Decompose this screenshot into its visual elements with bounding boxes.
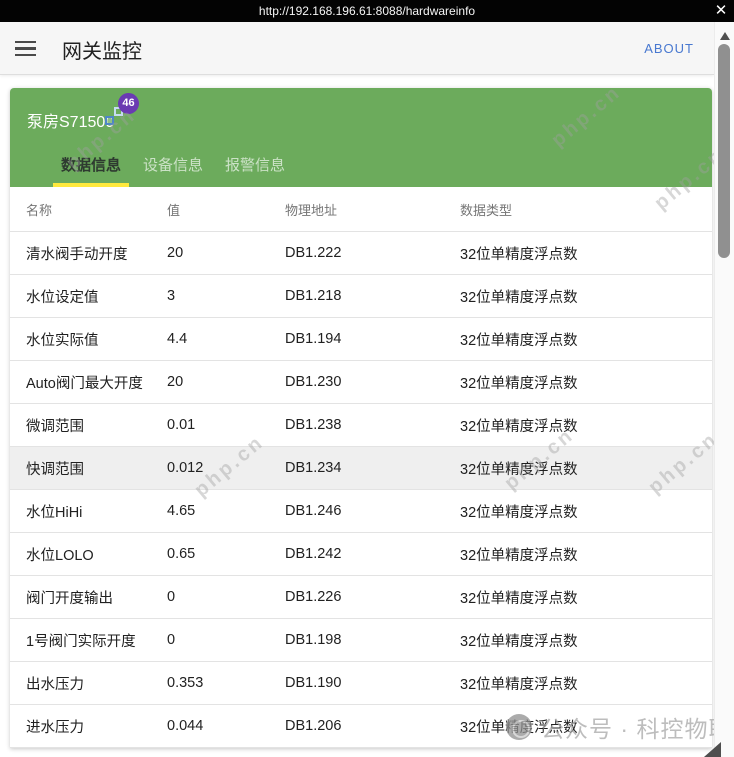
cell-name: 快调范围 — [26, 461, 84, 478]
header-type: 数据类型 — [460, 202, 513, 218]
table-row[interactable]: 水位HiHi 4.65 DB1.246 32位单精度浮点数 — [10, 490, 712, 533]
card-header: 泵房S71500 46 数据信息 设备信息 报警信息 — [10, 88, 712, 187]
tab-alarm-info[interactable]: 报警信息 — [217, 150, 293, 187]
app-toolbar: 网关监控 ABOUT — [0, 22, 714, 75]
tab-label: 设备信息 — [143, 157, 204, 174]
tab-label: 数据信息 — [61, 157, 122, 174]
device-card: 泵房S71500 46 数据信息 设备信息 报警信息 名称 值 物理地址 数据类… — [10, 88, 712, 748]
cell-name: 微调范围 — [26, 418, 84, 435]
cell-address: DB1.190 — [285, 675, 342, 691]
table-row[interactable]: 微调范围 0.01 DB1.238 32位单精度浮点数 — [10, 404, 712, 447]
cell-address: DB1.242 — [285, 546, 342, 562]
cell-type: 32位单精度浮点数 — [460, 418, 578, 435]
table-row[interactable]: 清水阀手动开度 20 DB1.222 32位单精度浮点数 — [10, 232, 712, 275]
tab-data-info[interactable]: 数据信息 — [53, 150, 130, 187]
cell-type: 32位单精度浮点数 — [460, 719, 578, 736]
table-row[interactable]: Auto阀门最大开度 20 DB1.230 32位单精度浮点数 — [10, 361, 712, 404]
close-icon[interactable]: ✕ — [710, 0, 732, 22]
cell-name: 水位HiHi — [26, 504, 83, 521]
cell-address: DB1.246 — [285, 503, 342, 519]
cell-value: 0 — [167, 589, 176, 605]
table-row[interactable]: 阀门开度输出 0 DB1.226 32位单精度浮点数 — [10, 576, 712, 619]
cell-name: 清水阀手动开度 — [26, 246, 128, 263]
cell-name: 1号阀门实际开度 — [26, 633, 136, 650]
cell-type: 32位单精度浮点数 — [460, 332, 578, 349]
cell-value: 0.012 — [167, 460, 204, 476]
cell-address: DB1.206 — [285, 718, 342, 734]
device-title: 泵房S71500 — [27, 114, 115, 131]
header-address: 物理地址 — [285, 202, 338, 218]
cell-name: 进水压力 — [26, 719, 84, 736]
cell-address: DB1.234 — [285, 460, 342, 476]
cell-name: 水位实际值 — [26, 332, 99, 349]
page: http://192.168.196.61:8088/hardwareinfo … — [0, 0, 734, 757]
count-badge: 46 — [118, 93, 139, 114]
page-title: 网关监控 — [62, 41, 142, 63]
tab-bar: 数据信息 设备信息 报警信息 — [53, 150, 293, 187]
header-value: 值 — [167, 202, 181, 218]
hamburger-menu-icon[interactable] — [15, 41, 36, 56]
active-tab-indicator — [53, 183, 130, 187]
header-name: 名称 — [26, 202, 53, 218]
cell-value: 0 — [167, 632, 176, 648]
scroll-up-arrow-icon[interactable] — [720, 32, 730, 40]
cell-value: 0.65 — [167, 546, 196, 562]
cell-type: 32位单精度浮点数 — [460, 289, 578, 306]
scrollbar-track[interactable] — [714, 22, 734, 757]
cell-address: DB1.230 — [285, 374, 342, 390]
cell-type: 32位单精度浮点数 — [460, 633, 578, 650]
cell-address: DB1.238 — [285, 417, 342, 433]
cell-type: 32位单精度浮点数 — [460, 547, 578, 564]
table-header-row: 名称 值 物理地址 数据类型 — [10, 187, 712, 232]
about-link[interactable]: ABOUT — [644, 41, 694, 56]
cell-name: 阀门开度输出 — [26, 590, 113, 607]
cell-value: 0.01 — [167, 417, 196, 433]
cell-value: 20 — [167, 374, 184, 390]
cell-value: 20 — [167, 245, 184, 261]
table-row[interactable]: 快调范围 0.012 DB1.234 32位单精度浮点数 — [10, 447, 712, 490]
table-row[interactable]: 水位实际值 4.4 DB1.194 32位单精度浮点数 — [10, 318, 712, 361]
cell-name: 出水压力 — [26, 676, 84, 693]
cell-value: 4.4 — [167, 331, 188, 347]
cell-address: DB1.218 — [285, 288, 342, 304]
cell-address: DB1.198 — [285, 632, 342, 648]
url-text: http://192.168.196.61:8088/hardwareinfo — [258, 4, 476, 18]
cell-value: 3 — [167, 288, 176, 304]
cell-name: Auto阀门最大开度 — [26, 375, 143, 392]
cell-name: 水位设定值 — [26, 289, 99, 306]
cell-type: 32位单精度浮点数 — [460, 504, 578, 521]
cell-type: 32位单精度浮点数 — [460, 246, 578, 263]
cell-type: 32位单精度浮点数 — [460, 590, 578, 607]
table-row[interactable]: 1号阀门实际开度 0 DB1.198 32位单精度浮点数 — [10, 619, 712, 662]
cell-value: 0.353 — [167, 675, 204, 691]
cell-address: DB1.222 — [285, 245, 342, 261]
cell-value: 0.044 — [167, 718, 204, 734]
cell-name: 水位LOLO — [26, 547, 94, 564]
tab-device-info[interactable]: 设备信息 — [135, 150, 211, 187]
table-row[interactable]: 水位设定值 3 DB1.218 32位单精度浮点数 — [10, 275, 712, 318]
tab-label: 报警信息 — [225, 157, 286, 174]
cell-type: 32位单精度浮点数 — [460, 375, 578, 392]
scrollbar-thumb[interactable] — [718, 44, 730, 258]
table-row[interactable]: 进水压力 0.044 DB1.206 32位单精度浮点数 — [10, 705, 712, 748]
table-body: 清水阀手动开度 20 DB1.222 32位单精度浮点数 水位设定值 3 DB1… — [10, 232, 712, 748]
browser-title-bar: http://192.168.196.61:8088/hardwareinfo … — [0, 0, 734, 22]
cell-type: 32位单精度浮点数 — [460, 461, 578, 478]
table-row[interactable]: 水位LOLO 0.65 DB1.242 32位单精度浮点数 — [10, 533, 712, 576]
cell-type: 32位单精度浮点数 — [460, 676, 578, 693]
cell-address: DB1.194 — [285, 331, 342, 347]
table-row[interactable]: 出水压力 0.353 DB1.190 32位单精度浮点数 — [10, 662, 712, 705]
cell-value: 4.65 — [167, 503, 196, 519]
cell-address: DB1.226 — [285, 589, 342, 605]
